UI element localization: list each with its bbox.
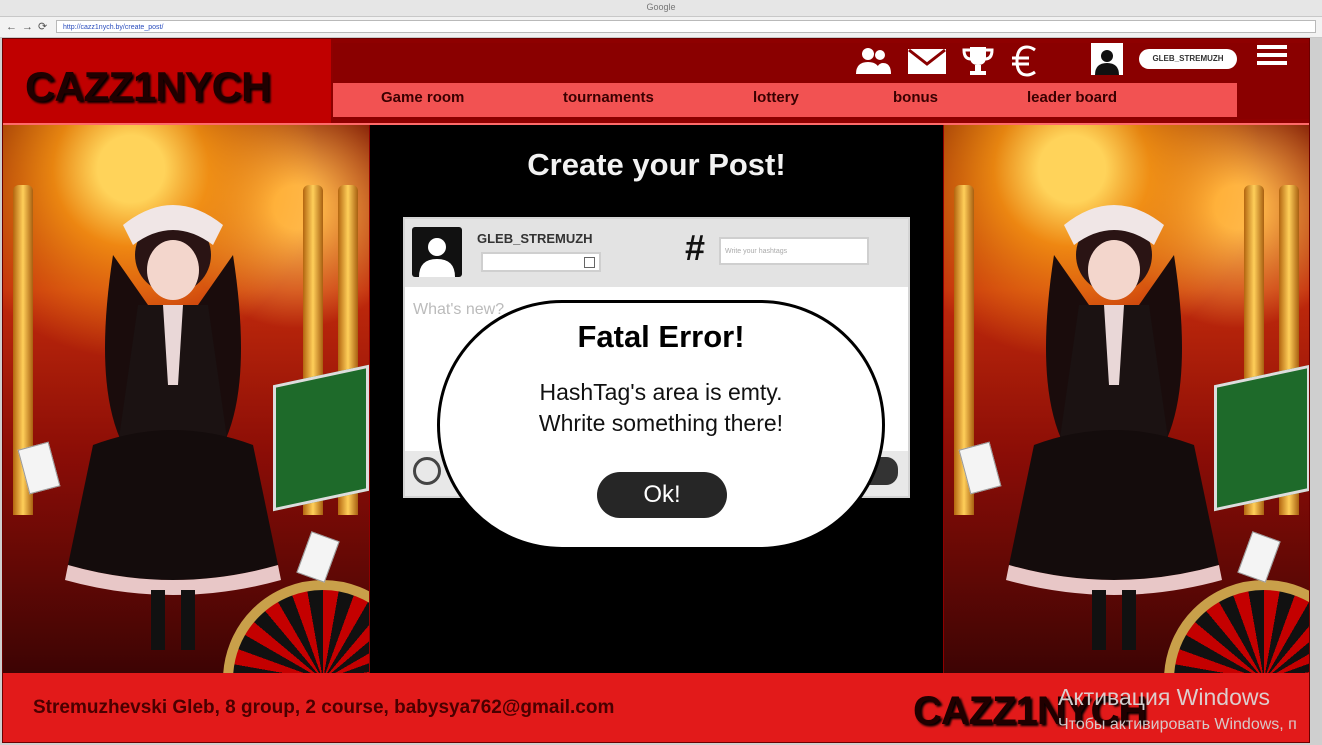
windows-activation-subtitle: Чтобы активировать Windows, п	[1058, 716, 1297, 733]
hashtag-input[interactable]: Write your hashtags	[719, 237, 869, 265]
right-decorative-artwork	[944, 125, 1309, 673]
forward-icon[interactable]: →	[22, 20, 33, 34]
post-header: GLEB_STREMUZH # Write your hashtags	[405, 219, 908, 287]
nav-bonus[interactable]: bonus	[893, 89, 938, 106]
user-name-pill[interactable]: GLEB_STREMUZH	[1139, 49, 1237, 69]
emoji-icon[interactable]	[413, 457, 441, 485]
hamburger-menu-icon[interactable]	[1257, 45, 1287, 73]
browser-address-bar: ← → ⟳ http://cazz1nych.by/create_post/	[0, 17, 1322, 38]
logo-block: CAZZ1NYCH	[3, 39, 331, 123]
avatar	[412, 227, 462, 277]
page-title: Create your Post!	[527, 147, 786, 182]
footer-credits: Stremuzhevski Gleb, 8 group, 2 course, b…	[33, 697, 615, 718]
reload-icon[interactable]: ⟳	[38, 20, 47, 34]
users-icon[interactable]	[853, 46, 893, 76]
ok-button[interactable]: Ok!	[597, 472, 727, 518]
post-username: GLEB_STREMUZH	[477, 231, 593, 246]
dialog-message-line-2: Whrite something there!	[538, 410, 784, 436]
trophy-icon[interactable]	[961, 45, 995, 77]
euro-icon[interactable]	[1009, 44, 1043, 78]
date-input[interactable]	[481, 252, 601, 272]
hashtag-icon: #	[685, 227, 706, 268]
site-logo[interactable]: CAZZ1NYCH	[25, 63, 271, 111]
profile-icon[interactable]	[1091, 43, 1123, 75]
browser-title: Google	[646, 2, 676, 12]
browser-titlebar: Google	[0, 0, 1322, 17]
url-input[interactable]: http://cazz1nych.by/create_post/	[56, 20, 1316, 33]
mail-icon[interactable]	[907, 46, 947, 76]
back-icon[interactable]: ←	[6, 20, 17, 34]
post-textarea-placeholder: What's new?	[413, 301, 505, 318]
header-icons	[853, 43, 1057, 79]
nav-leader-board[interactable]: leader board	[1027, 89, 1117, 106]
left-decorative-artwork	[3, 125, 369, 673]
error-dialog: Fatal Error! HashTag's area is emty. Whr…	[437, 300, 885, 550]
nav-game-room[interactable]: Game room	[381, 89, 464, 106]
calendar-icon[interactable]	[584, 257, 595, 268]
windows-activation-title: Активация Windows	[1058, 684, 1270, 710]
nav-lottery[interactable]: lottery	[753, 89, 799, 106]
main-nav: Game room tournaments lottery bonus lead…	[333, 83, 1237, 117]
dialog-message-line-1: HashTag's area is emty.	[539, 379, 783, 405]
dialog-title: Fatal Error!	[577, 319, 745, 354]
nav-tournaments[interactable]: tournaments	[563, 89, 654, 106]
